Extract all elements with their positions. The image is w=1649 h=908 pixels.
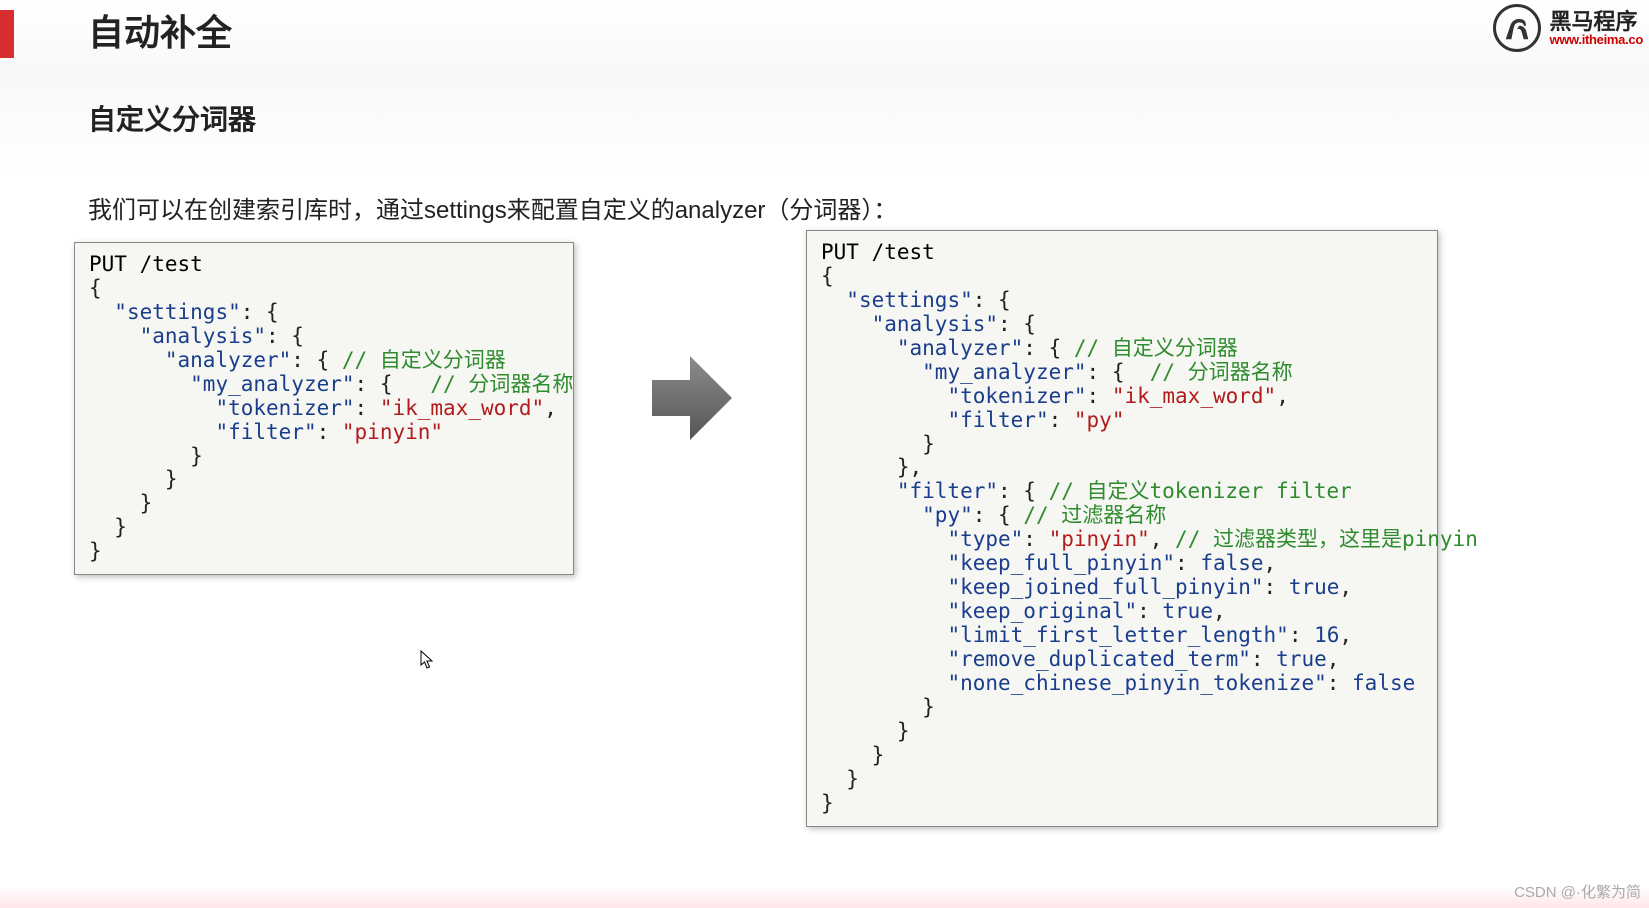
logo-url-text: www.itheima.co (1549, 33, 1643, 46)
request-line: PUT /test (89, 252, 203, 276)
accent-bar (0, 10, 14, 58)
code-block-left: PUT /test { "settings": { "analysis": { … (74, 242, 574, 575)
arrow-right-icon (650, 348, 734, 448)
horse-icon (1493, 4, 1541, 52)
cursor-icon (420, 650, 434, 670)
logo-cn-text: 黑马程序 (1549, 11, 1643, 33)
watermark-text: CSDN @·化繁为简 (1514, 881, 1641, 902)
section-subtitle: 自定义分词器 (88, 98, 256, 138)
page-title: 自动补全 (88, 4, 232, 56)
intro-text: 我们可以在创建索引库时，通过settings来配置自定义的analyzer（分词… (88, 190, 897, 225)
request-line-right: PUT /test (821, 240, 935, 264)
decorative-wave (0, 886, 1649, 908)
brand-logo: 黑马程序 www.itheima.co (1493, 4, 1643, 52)
code-block-right: PUT /test { "settings": { "analysis": { … (806, 230, 1438, 827)
